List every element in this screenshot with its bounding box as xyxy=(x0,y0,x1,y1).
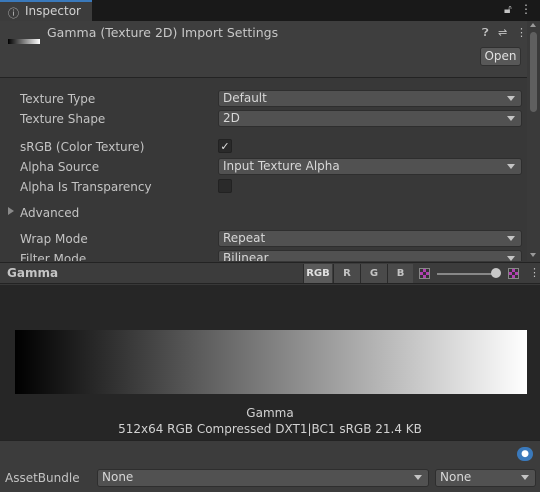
preview-toolbar: Gamma RGB R G B ⋮ xyxy=(0,262,540,284)
alpha-toggle-icon[interactable] xyxy=(419,268,430,279)
alpha-source-value: Input Texture Alpha xyxy=(223,159,340,173)
mip-slider-track[interactable] xyxy=(437,273,497,275)
texture-type-row: Texture Type Default xyxy=(0,89,527,109)
channel-g-button[interactable]: G xyxy=(360,264,387,283)
alpha-source-label: Alpha Source xyxy=(20,160,100,174)
scroll-up-icon[interactable] xyxy=(530,23,536,27)
mip-slider-knob[interactable] xyxy=(491,268,501,278)
preview-texture-name: Gamma xyxy=(246,406,294,420)
kebab-menu-icon[interactable]: ⋮ xyxy=(516,26,527,39)
advanced-label[interactable]: Advanced xyxy=(20,206,79,220)
asset-bundle-variant-value: None xyxy=(440,470,472,484)
chevron-down-icon xyxy=(414,475,422,480)
texture-shape-row: Texture Shape 2D xyxy=(0,109,527,129)
scrollbar-thumb[interactable] xyxy=(530,32,537,112)
kebab-menu-icon[interactable]: ⋮ xyxy=(529,266,540,279)
channel-rgb-button[interactable]: RGB xyxy=(303,264,332,283)
texture-shape-label: Texture Shape xyxy=(20,112,106,126)
wrap-mode-value: Repeat xyxy=(223,231,266,245)
tab-bar: ⓘ Inspector 🔓︎ ⋮ xyxy=(0,0,540,21)
asset-bundle-bar: ● AssetBundle None None xyxy=(0,440,540,492)
texture-shape-value: 2D xyxy=(223,111,240,125)
help-icon[interactable]: ❓︎ xyxy=(482,26,489,40)
texture-preview: Gamma 512x64 RGB Compressed DXT1|BC1 sRG… xyxy=(0,285,540,440)
filter-mode-dropdown[interactable]: Bilinear xyxy=(218,250,522,261)
preset-icon[interactable]: ⇌ xyxy=(498,26,507,39)
chevron-down-icon xyxy=(507,236,515,241)
inspector-header: Gamma (Texture 2D) Import Settings ❓︎ ⇌ … xyxy=(0,21,540,78)
srgb-row: sRGB (Color Texture) ✓ xyxy=(0,137,527,157)
filter-mode-row: Filter Mode Bilinear xyxy=(0,249,527,261)
texture-shape-dropdown[interactable]: 2D xyxy=(218,110,522,127)
header-title: Gamma (Texture 2D) Import Settings xyxy=(47,25,279,40)
filter-mode-value: Bilinear xyxy=(223,251,269,261)
srgb-checkbox[interactable]: ✓ xyxy=(218,139,232,153)
vertical-scrollbar[interactable] xyxy=(527,21,540,261)
chevron-down-icon xyxy=(507,164,515,169)
chevron-down-icon xyxy=(507,116,515,121)
kebab-menu-icon[interactable]: ⋮ xyxy=(520,2,532,16)
alpha-is-transparency-label: Alpha Is Transparency xyxy=(20,180,152,194)
asset-bundle-name-value: None xyxy=(102,470,134,484)
lock-icon[interactable]: 🔓︎ xyxy=(504,2,512,17)
advanced-foldout[interactable]: Advanced xyxy=(0,203,527,223)
scroll-down-icon[interactable] xyxy=(530,253,536,257)
alpha-source-row: Alpha Source Input Texture Alpha xyxy=(0,157,527,177)
tab-inspector-label: Inspector xyxy=(25,4,81,18)
texture-thumbnail xyxy=(8,39,40,44)
channel-r-button[interactable]: R xyxy=(333,264,360,283)
alpha-source-dropdown[interactable]: Input Texture Alpha xyxy=(218,158,522,175)
alpha-is-transparency-row: Alpha Is Transparency xyxy=(0,177,527,197)
alpha-is-transparency-checkbox[interactable] xyxy=(218,179,232,193)
preview-texture-info: 512x64 RGB Compressed DXT1|BC1 sRGB 21.4… xyxy=(118,422,422,436)
chevron-down-icon xyxy=(507,256,515,261)
texture-type-dropdown[interactable]: Default xyxy=(218,90,522,107)
open-button[interactable]: Open xyxy=(480,47,521,66)
mip-level-icon xyxy=(508,268,519,279)
asset-bundle-variant-dropdown[interactable]: None xyxy=(435,469,536,487)
chevron-down-icon xyxy=(507,96,515,101)
srgb-label: sRGB (Color Texture) xyxy=(20,140,145,154)
tab-inspector[interactable]: ⓘ Inspector xyxy=(0,0,92,21)
chevron-down-icon xyxy=(521,475,529,480)
texture-type-value: Default xyxy=(223,91,267,105)
info-icon: ⓘ xyxy=(8,7,19,20)
asset-bundle-name-dropdown[interactable]: None xyxy=(97,469,429,487)
foldout-arrow-icon[interactable] xyxy=(8,207,14,215)
texture-type-label: Texture Type xyxy=(20,92,96,106)
wrap-mode-label: Wrap Mode xyxy=(20,232,88,246)
tag-icon[interactable]: ● xyxy=(517,447,533,461)
import-settings: Texture Type Default Texture Shape 2D sR… xyxy=(0,79,527,261)
filter-mode-label: Filter Mode xyxy=(20,252,87,261)
wrap-mode-row: Wrap Mode Repeat xyxy=(0,229,527,249)
wrap-mode-dropdown[interactable]: Repeat xyxy=(218,230,522,247)
gradient-texture-image xyxy=(15,330,527,394)
channel-b-button[interactable]: B xyxy=(387,264,413,283)
asset-bundle-label: AssetBundle xyxy=(5,471,80,485)
preview-title: Gamma xyxy=(7,266,59,280)
